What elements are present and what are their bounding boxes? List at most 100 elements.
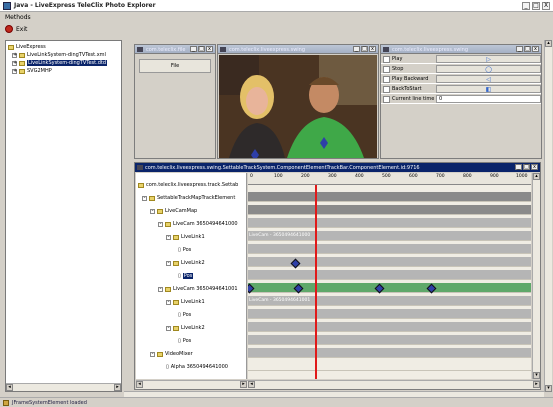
controls-frame-titlebar[interactable]: com.teleclix.liveexpress.swing _ □ x: [381, 45, 541, 54]
track-lane[interactable]: [248, 270, 531, 280]
playhead[interactable]: [315, 185, 317, 379]
scroll-up-icon[interactable]: ▴: [533, 173, 540, 180]
frame-maximize-button[interactable]: □: [523, 164, 530, 170]
track-lane[interactable]: [248, 244, 531, 254]
current-time-field[interactable]: 0: [436, 95, 541, 103]
main-vscrollbar[interactable]: ▴ ▾: [544, 40, 552, 392]
ruler-tick: 900: [490, 174, 499, 179]
track-tree-item[interactable]: - LiveLink1: [166, 234, 205, 240]
video-frame-titlebar[interactable]: com.teleclix.liveexpress.swing _ □ x: [218, 45, 378, 54]
frame-close-button[interactable]: x: [532, 46, 539, 52]
track-tree-item[interactable]: - LiveCam 3650494641001: [158, 286, 238, 292]
track-tree-item[interactable]: - LiveCamMap: [150, 208, 197, 214]
scroll-left-icon[interactable]: ◂: [248, 381, 255, 388]
track-lane-cam2[interactable]: LiveCam - 3650494641001: [248, 296, 531, 306]
stop-button[interactable]: ◯: [436, 65, 541, 73]
collapse-icon[interactable]: -: [166, 299, 171, 305]
track-tree-root[interactable]: com.teleclix.liveexpress.track.Settab: [138, 182, 238, 188]
back-to-start-checkbox[interactable]: [383, 85, 390, 93]
collapse-icon[interactable]: -: [150, 208, 155, 214]
tree-item-xml[interactable]: + LiveLinkSystem-dingTVTest.xml: [12, 52, 106, 58]
track-lane-cam1[interactable]: LiveCam - 3650494641000: [248, 231, 531, 241]
frame-close-button[interactable]: x: [531, 164, 538, 170]
timeline[interactable]: 0 100 200 300 400 500 600 700 800 900 10…: [248, 173, 531, 379]
scroll-left-icon[interactable]: ◂: [136, 381, 143, 388]
video-view[interactable]: [219, 55, 377, 158]
scroll-right-icon[interactable]: ▸: [240, 381, 247, 388]
track-lane[interactable]: [248, 309, 531, 319]
folder-icon: [165, 286, 171, 292]
scroll-right-icon[interactable]: ▸: [533, 381, 540, 388]
track-lane[interactable]: [248, 192, 531, 202]
tree-hscrollbar[interactable]: ◂ ▸: [6, 383, 121, 391]
track-tree-item[interactable]: - LiveLink2: [166, 260, 205, 266]
scroll-up-icon[interactable]: ▴: [545, 40, 552, 47]
expand-icon[interactable]: +: [12, 68, 17, 74]
track-lane-selected[interactable]: [248, 283, 531, 293]
back-to-start-button[interactable]: ◧: [436, 85, 541, 93]
track-lane[interactable]: [248, 218, 531, 228]
frame-minimize-button[interactable]: _: [190, 46, 197, 52]
scroll-left-icon[interactable]: ◂: [6, 384, 13, 391]
minimize-button[interactable]: _: [522, 2, 530, 10]
scroll-down-icon[interactable]: ▾: [545, 385, 552, 392]
track-tree-item[interactable]: - LiveLink1: [166, 299, 205, 305]
track-tree-item[interactable]: ▯ Pos: [178, 338, 191, 344]
track-lane[interactable]: [248, 348, 531, 358]
track-tree-item-selected[interactable]: ▯ Pos: [178, 273, 194, 279]
play-backward-button[interactable]: ◁: [436, 75, 541, 83]
exit-button[interactable]: Exit: [5, 25, 27, 33]
track-lane[interactable]: [248, 335, 531, 345]
track-tree-item[interactable]: - VideoMixer: [150, 351, 193, 357]
file-frame-titlebar[interactable]: com.teleclix.file _ □ x: [135, 45, 215, 54]
track-tree-item[interactable]: ▯ Pos: [178, 247, 191, 253]
track-hscrollbar[interactable]: ◂ ▸ ◂ ▸: [136, 380, 540, 389]
tree-item-liveexpress[interactable]: LiveExpress: [8, 44, 46, 50]
track-tree-label: LiveCamMap: [165, 208, 198, 214]
frame-maximize-button[interactable]: □: [198, 46, 205, 52]
track-tree-label: LiveCam 3650494641000: [173, 221, 238, 227]
scroll-down-icon[interactable]: ▾: [533, 372, 540, 379]
track-tree-item[interactable]: - LiveLink2: [166, 325, 205, 331]
collapse-icon[interactable]: -: [166, 325, 171, 331]
track-lane[interactable]: [248, 322, 531, 332]
frame-minimize-button[interactable]: _: [516, 46, 523, 52]
track-lane[interactable]: [248, 205, 531, 215]
tree-item-svg2mhp[interactable]: + SVG2MHP: [12, 68, 52, 74]
collapse-icon[interactable]: -: [166, 260, 171, 266]
track-frame-titlebar[interactable]: com.teleclix.liveexpress.swing.SettableT…: [135, 163, 540, 172]
folder-icon: [138, 182, 144, 188]
collapse-icon[interactable]: -: [158, 286, 163, 292]
close-button[interactable]: X: [542, 2, 550, 10]
file-button[interactable]: File: [139, 59, 211, 73]
collapse-icon[interactable]: -: [158, 221, 163, 227]
frame-maximize-button[interactable]: □: [524, 46, 531, 52]
collapse-icon[interactable]: -: [150, 351, 155, 357]
maximize-button[interactable]: □: [532, 2, 540, 10]
track-tree-item[interactable]: - LiveCam 3650494641000: [158, 221, 238, 227]
scroll-right-icon[interactable]: ▸: [114, 384, 121, 391]
stop-checkbox[interactable]: [383, 65, 390, 73]
track-tree-item[interactable]: ▯ Pos: [178, 312, 191, 318]
play-button[interactable]: ▷: [436, 55, 541, 63]
menu-methods[interactable]: Methods: [5, 14, 31, 21]
play-backward-checkbox[interactable]: [383, 75, 390, 83]
frame-close-button[interactable]: x: [369, 46, 376, 52]
expand-icon[interactable]: +: [12, 60, 17, 66]
track-tree-item[interactable]: - SettableTrackMapTrackElement: [142, 195, 235, 201]
play-checkbox[interactable]: [383, 55, 390, 63]
frame-close-button[interactable]: x: [206, 46, 213, 52]
frame-minimize-button[interactable]: _: [515, 164, 522, 170]
frame-minimize-button[interactable]: _: [353, 46, 360, 52]
expand-icon[interactable]: +: [12, 52, 17, 58]
tree-item-dtd[interactable]: + LiveLinkSystem-dingTVTest.dtd: [12, 60, 108, 66]
collapse-icon[interactable]: -: [142, 195, 147, 201]
collapse-icon[interactable]: -: [166, 234, 171, 240]
timeline-ruler[interactable]: 0 100 200 300 400 500 600 700 800 900 10…: [248, 173, 531, 185]
frame-maximize-button[interactable]: □: [361, 46, 368, 52]
current-time-checkbox[interactable]: [383, 95, 390, 103]
track-vscrollbar[interactable]: ▴ ▾: [532, 173, 540, 379]
track-lane[interactable]: [248, 361, 531, 371]
track-tree-item[interactable]: ▯ Alpha 3650494641000: [166, 364, 228, 370]
toolbar: Exit: [0, 22, 553, 36]
